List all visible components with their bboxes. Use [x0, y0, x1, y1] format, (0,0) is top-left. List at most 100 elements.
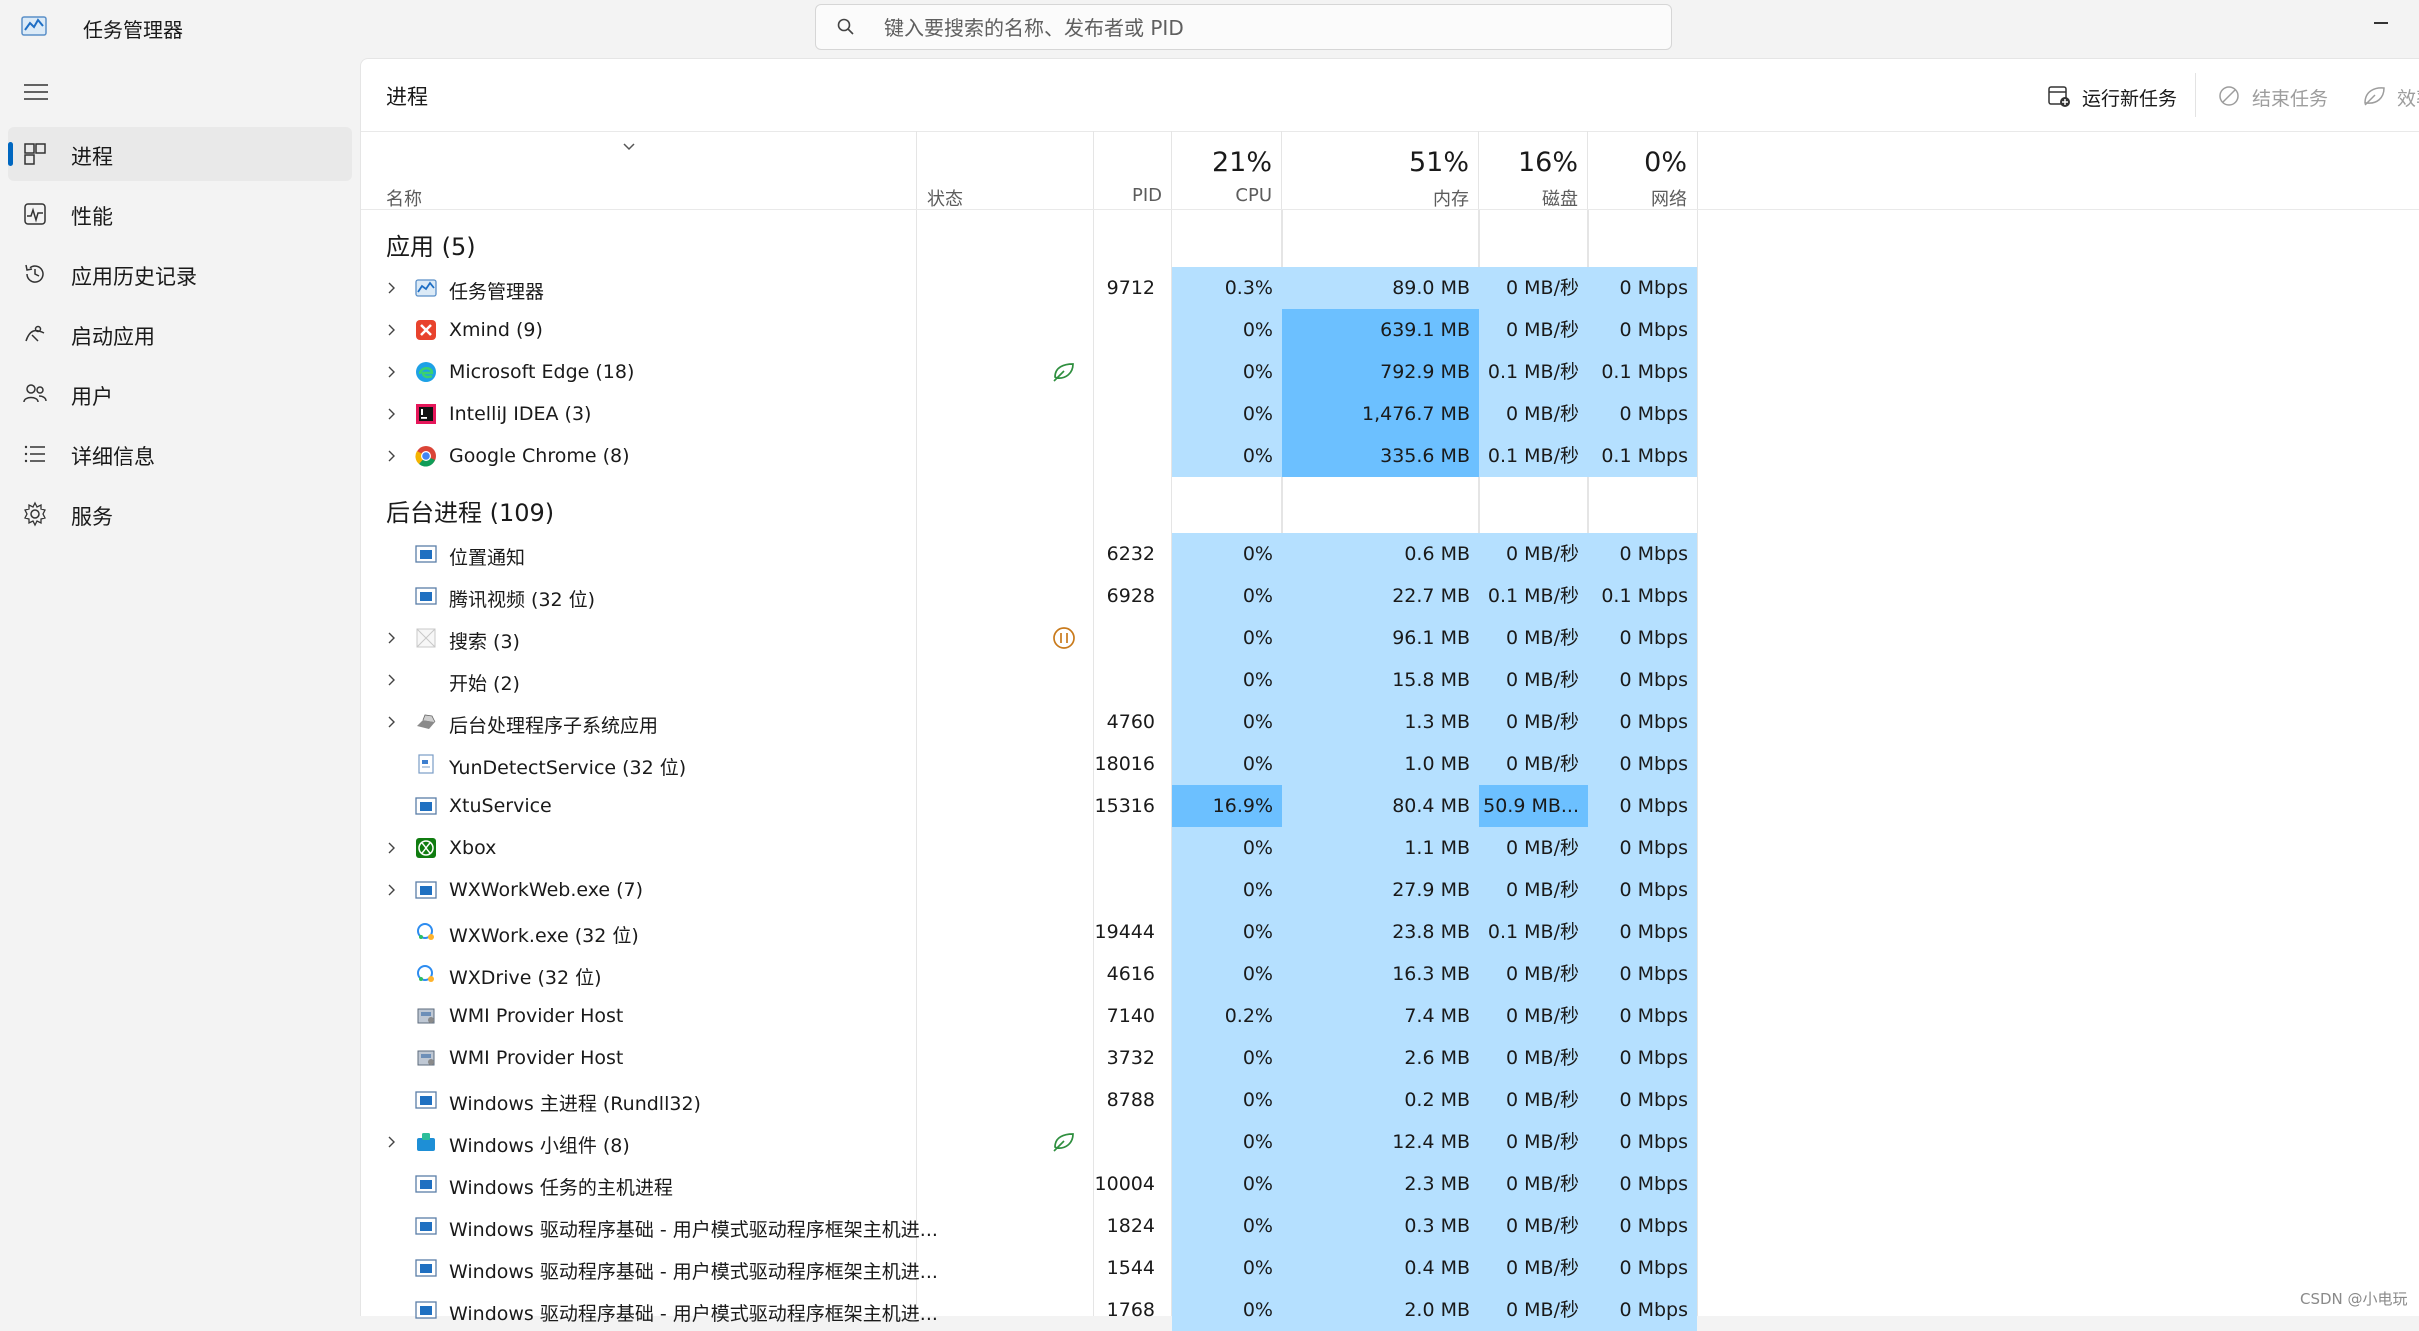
- window-app-icon: [415, 797, 437, 815]
- expand-chevron-icon[interactable]: [385, 281, 399, 295]
- memory-cell: 1.3 MB: [1282, 701, 1479, 743]
- column-status[interactable]: 状态: [917, 139, 1093, 210]
- users-icon: [23, 384, 47, 403]
- expand-chevron-icon[interactable]: [385, 715, 399, 729]
- end-task-button[interactable]: 结束任务: [2216, 77, 2346, 115]
- group-title-background: 后台进程 (109): [386, 499, 555, 527]
- process-row[interactable]: WMI Provider Host 3732 0% 2.6 MB 0 MB/秒 0 Mbp…: [361, 1037, 2419, 1079]
- process-row[interactable]: 搜索 (3) 0% 96.1 MB 0 MB/秒 0 Mbps: [361, 617, 2419, 659]
- process-row[interactable]: Windows 主进程 (Rundll32) 8788 0% 0.2 MB 0 MB/秒…: [361, 1079, 2419, 1121]
- process-name: XtuService: [449, 795, 552, 817]
- process-row[interactable]: 腾讯视频 (32 位) 6928 0% 22.7 MB 0.1 MB/秒 0.1 Mbps: [361, 575, 2419, 617]
- memory-cell: 16.3 MB: [1282, 953, 1479, 995]
- memory-cell: 792.9 MB: [1282, 351, 1479, 393]
- network-cell: 0 Mbps: [1588, 1247, 1697, 1289]
- expand-chevron-icon[interactable]: [385, 1135, 399, 1149]
- process-row[interactable]: WXWork.exe (32 位) 19444 0% 23.8 MB 0.1 MB/秒 0…: [361, 911, 2419, 953]
- services-icon: [24, 501, 46, 527]
- nav-app-history[interactable]: 应用历史记录: [8, 247, 352, 301]
- pid-cell: 8788: [1106, 1089, 1155, 1111]
- process-name: Windows 驱动程序基础 - 用户模式驱动程序框架主机进...: [449, 1219, 938, 1241]
- process-row[interactable]: Windows 驱动程序基础 - 用户模式驱动程序框架主机进... 1768 0% 2…: [361, 1289, 2419, 1331]
- minimize-button[interactable]: [2362, 10, 2402, 40]
- column-network[interactable]: 0% 网络: [1588, 139, 1697, 210]
- process-row[interactable]: Windows 驱动程序基础 - 用户模式驱动程序框架主机进... 1544 0% 0…: [361, 1247, 2419, 1289]
- process-row[interactable]: 位置通知 6232 0% 0.6 MB 0 MB/秒 0 Mbps: [361, 533, 2419, 575]
- column-memory[interactable]: 51% 内存: [1282, 139, 1479, 210]
- process-name: Xbox: [449, 837, 497, 859]
- nav-processes-label: 进程: [71, 145, 113, 169]
- network-cell: 0 Mbps: [1588, 701, 1697, 743]
- cpu-cell: 0.3%: [1172, 267, 1282, 309]
- column-pid[interactable]: PID: [1094, 139, 1172, 209]
- expand-chevron-icon[interactable]: [385, 841, 399, 855]
- cpu-total-percent: 21%: [1211, 147, 1272, 178]
- cpu-cell: 0%: [1172, 659, 1282, 701]
- expand-chevron-icon[interactable]: [385, 407, 399, 421]
- process-row[interactable]: Xbox 0% 1.1 MB 0 MB/秒 0 Mbps: [361, 827, 2419, 869]
- pid-cell: [1094, 659, 1164, 701]
- process-row[interactable]: WXDrive (32 位) 4616 0% 16.3 MB 0 MB/秒 0 Mbps: [361, 953, 2419, 995]
- nav-users[interactable]: 用户: [8, 367, 352, 421]
- column-cpu-label: CPU: [1235, 185, 1272, 206]
- search-input[interactable]: [882, 10, 1646, 46]
- nav-startup-apps[interactable]: 启动应用: [8, 307, 352, 361]
- column-name[interactable]: 名称: [361, 139, 916, 210]
- process-name: 后台处理程序子系统应用: [449, 715, 659, 737]
- run-new-task-button[interactable]: 运行新任务: [2046, 77, 2186, 115]
- memory-cell: 1.0 MB: [1282, 743, 1479, 785]
- process-row[interactable]: Windows 驱动程序基础 - 用户模式驱动程序框架主机进... 1824 0% 0…: [361, 1205, 2419, 1247]
- expand-chevron-icon[interactable]: [385, 883, 399, 897]
- pid-cell: 18016: [1094, 753, 1155, 775]
- process-row[interactable]: 开始 (2) 0% 15.8 MB 0 MB/秒 0 Mbps: [361, 659, 2419, 701]
- process-row[interactable]: Windows 小组件 (8) 0% 12.4 MB 0 MB/秒 0 Mbps: [361, 1121, 2419, 1163]
- process-name: WXWork.exe (32 位): [449, 925, 639, 947]
- memory-cell: 80.4 MB: [1282, 785, 1479, 827]
- process-row[interactable]: IntelliJ IDEA (3) 0% 1,476.7 MB 0 MB/秒 0 Mbp…: [361, 393, 2419, 435]
- startup-apps-icon: [25, 325, 45, 342]
- process-row[interactable]: WMI Provider Host 7140 0.2% 7.4 MB 0 MB/秒 0 M…: [361, 995, 2419, 1037]
- process-row[interactable]: Windows 任务的主机进程 10004 0% 2.3 MB 0 MB/秒 0 Mbps: [361, 1163, 2419, 1205]
- column-disk[interactable]: 16% 磁盘: [1479, 139, 1588, 210]
- disk-cell: 0 MB/秒: [1479, 267, 1588, 309]
- column-pid-label: PID: [1131, 185, 1162, 206]
- efficiency-leaf-icon: [1053, 363, 1074, 382]
- nav-performance[interactable]: 性能: [8, 187, 352, 241]
- search-box[interactable]: [815, 4, 1672, 50]
- process-row[interactable]: WXWorkWeb.exe (7) 0% 27.9 MB 0 MB/秒 0 Mbps: [361, 869, 2419, 911]
- column-status-label: 状态: [927, 189, 963, 210]
- network-cell: 0 Mbps: [1588, 1037, 1697, 1079]
- nav-services[interactable]: 服务: [8, 487, 352, 541]
- process-name: 开始 (2): [449, 673, 520, 695]
- efficiency-leaf-icon: [1053, 1133, 1074, 1152]
- process-row[interactable]: YunDetectService (32 位) 18016 0% 1.0 MB 0 MB…: [361, 743, 2419, 785]
- blank-cell: [1479, 477, 1589, 533]
- hamburger-menu-icon[interactable]: [20, 78, 52, 106]
- efficiency-mode-button[interactable]: 效率: [2361, 77, 2419, 115]
- disk-cell: 0 MB/秒: [1479, 1247, 1588, 1289]
- process-row[interactable]: Xmind (9) 0% 639.1 MB 0 MB/秒 0 Mbps: [361, 309, 2419, 351]
- process-row[interactable]: 后台处理程序子系统应用 4760 0% 1.3 MB 0 MB/秒 0 Mbps: [361, 701, 2419, 743]
- network-total-percent: 0%: [1644, 147, 1687, 178]
- column-name-label: 名称: [386, 189, 422, 210]
- network-cell: 0.1 Mbps: [1588, 351, 1697, 393]
- network-cell: 0 Mbps: [1588, 393, 1697, 435]
- disk-cell: 0 MB/秒: [1479, 533, 1588, 575]
- process-row[interactable]: Google Chrome (8) 0% 335.6 MB 0.1 MB/秒 0.1 M…: [361, 435, 2419, 477]
- app-history-icon: [25, 264, 44, 283]
- column-cpu[interactable]: 21% CPU: [1172, 139, 1282, 209]
- memory-total-percent: 51%: [1408, 147, 1469, 178]
- expand-chevron-icon[interactable]: [385, 323, 399, 337]
- expand-chevron-icon[interactable]: [385, 449, 399, 463]
- pid-cell: 3732: [1106, 1047, 1155, 1069]
- expand-chevron-icon[interactable]: [385, 631, 399, 645]
- network-cell: 0 Mbps: [1588, 1205, 1697, 1247]
- cpu-cell: 0%: [1172, 309, 1282, 351]
- expand-chevron-icon[interactable]: [385, 365, 399, 379]
- process-row[interactable]: Microsoft Edge (18) 0% 792.9 MB 0.1 MB/秒 0.1…: [361, 351, 2419, 393]
- expand-chevron-icon[interactable]: [385, 673, 399, 687]
- nav-processes[interactable]: 进程: [8, 127, 352, 181]
- process-row[interactable]: XtuService 15316 16.9% 80.4 MB 50.9 MB... 0 M…: [361, 785, 2419, 827]
- process-row[interactable]: 任务管理器 9712 0.3% 89.0 MB 0 MB/秒 0 Mbps: [361, 267, 2419, 309]
- nav-details[interactable]: 详细信息: [8, 427, 352, 481]
